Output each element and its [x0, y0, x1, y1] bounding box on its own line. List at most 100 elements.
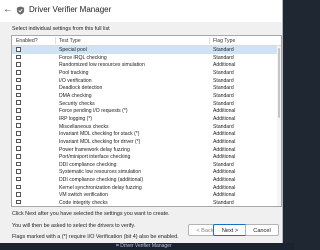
enabled-checkbox[interactable]	[16, 184, 21, 190]
header-enabled[interactable]: Enabled?	[16, 38, 38, 44]
list-row[interactable]: DDI compliance checking Standard	[12, 161, 281, 169]
flag-type-label: Standard	[213, 54, 234, 61]
flag-type-label: Additional	[213, 131, 236, 138]
list-row[interactable]: IRP logging (*) Additional	[12, 115, 281, 123]
instructions-text: Select individual settings from this ful…	[12, 26, 110, 32]
list-row[interactable]: I/O verification Standard	[12, 77, 281, 85]
list-row[interactable]: Kernel synchronization delay fuzzing Addi…	[12, 184, 281, 192]
flag-type-label: Standard	[213, 100, 234, 107]
test-type-label: Power framework delay fuzzing	[59, 146, 130, 153]
enabled-checkbox[interactable]	[16, 92, 21, 98]
test-type-label: Invariant MDL checking for stack (*)	[59, 131, 140, 138]
test-type-label: Invariant MDL checking for driver (*)	[59, 138, 141, 145]
window-title: Driver Verifier Manager	[29, 5, 112, 14]
list-row[interactable]: Pool tracking Standard	[12, 69, 281, 77]
header-test-type[interactable]: Test Type	[59, 38, 81, 44]
enabled-checkbox[interactable]	[16, 69, 21, 75]
test-type-label: Kernel synchronization delay fuzzing	[59, 184, 142, 191]
scroll-thumb[interactable]	[278, 48, 280, 118]
enabled-checkbox[interactable]	[16, 131, 21, 136]
next-button[interactable]: Next >	[213, 224, 247, 236]
test-type-label: I/O verification	[59, 77, 92, 84]
test-type-label: DDI compliance checking	[59, 161, 117, 168]
enabled-checkbox[interactable]	[16, 100, 21, 106]
flag-type-label: Additional	[213, 154, 236, 161]
enabled-checkbox[interactable]	[16, 108, 21, 113]
list-row[interactable]: DMA checking Standard	[12, 92, 281, 100]
enabled-checkbox[interactable]	[16, 176, 21, 182]
cancel-button[interactable]: Cancel	[245, 224, 279, 236]
flag-type-label: Additional	[213, 108, 236, 115]
enabled-checkbox[interactable]	[16, 115, 21, 121]
settings-list: Enabled? Test Type Flag Type Special poo…	[11, 35, 282, 207]
list-row[interactable]: Invariant MDL checking for driver (*) Add…	[12, 138, 281, 146]
list-row[interactable]: Force IRQL checking Standard	[12, 54, 281, 62]
enabled-checkbox[interactable]	[16, 77, 21, 83]
list-row[interactable]: Code integrity checks Standard	[12, 199, 281, 206]
enabled-checkbox[interactable]	[16, 47, 21, 52]
list-row[interactable]: DDI compliance checking (additional) Addi…	[12, 176, 281, 184]
test-type-label: Force IRQL checking	[59, 54, 107, 61]
list-row[interactable]: Power framework delay fuzzing Additional	[12, 145, 281, 153]
test-type-label: Special pool	[59, 47, 87, 54]
test-type-label: Randomized low resources simulation	[59, 62, 145, 69]
flag-type-label: Standard	[213, 47, 234, 54]
flag-type-label: Additional	[213, 115, 236, 122]
taskbar: ⌗ Driver Verifier Manager	[0, 243, 294, 250]
list-row[interactable]: Invariant MDL checking for stack (*) Addi…	[12, 130, 281, 138]
test-type-label: Deadlock detection	[59, 85, 103, 92]
header-flag-type[interactable]: Flag Type	[213, 38, 235, 44]
title-bar: ← Driver Verifier Manager	[0, 0, 282, 22]
flag-type-label: Additional	[213, 62, 236, 69]
list-row[interactable]: VM switch verification Additional	[12, 191, 281, 199]
enabled-checkbox[interactable]	[16, 62, 21, 67]
enabled-checkbox[interactable]	[16, 54, 21, 60]
test-type-label: Port/miniport interface checking	[59, 154, 131, 161]
list-row[interactable]: Port/miniport interface checking Addition…	[12, 153, 281, 161]
flag-type-label: Standard	[213, 93, 234, 100]
test-type-label: IRP logging (*)	[59, 115, 93, 122]
flag-type-label: Additional	[213, 169, 236, 176]
back-arrow-icon[interactable]: ←	[2, 4, 14, 16]
flag-type-label: Standard	[213, 77, 234, 84]
list-row[interactable]: Special pool Standard	[12, 46, 281, 54]
enabled-checkbox[interactable]	[16, 153, 21, 159]
list-scrollbar[interactable]	[277, 46, 281, 206]
shield-check-icon	[16, 6, 25, 15]
flag-type-label: Additional	[213, 146, 236, 153]
list-header: Enabled? Test Type Flag Type	[12, 36, 281, 46]
test-type-label: Systematic low resources simulation	[59, 169, 142, 176]
driver-verifier-window: ← Driver Verifier Manager Select individ…	[0, 0, 283, 250]
flag-type-label: Standard	[213, 200, 234, 206]
enabled-checkbox[interactable]	[16, 146, 21, 151]
note-flags: Flags marked with a (*) require I/O Veri…	[12, 234, 179, 240]
test-type-label: Pool tracking	[59, 70, 89, 77]
test-type-label: Security checks	[59, 100, 95, 107]
enabled-checkbox[interactable]	[16, 192, 21, 197]
enabled-checkbox[interactable]	[16, 123, 21, 128]
test-type-label: DMA checking	[59, 93, 92, 100]
flag-type-label: Standard	[213, 123, 234, 130]
list-row[interactable]: Systematic low resources simulation Addit…	[12, 168, 281, 176]
flag-type-label: Standard	[213, 70, 234, 77]
list-row[interactable]: Randomized low resources simulation Addit…	[12, 61, 281, 69]
enabled-checkbox[interactable]	[16, 138, 21, 144]
enabled-checkbox[interactable]	[16, 199, 21, 205]
enabled-checkbox[interactable]	[16, 169, 21, 174]
taskbar-item[interactable]: ⌗ Driver Verifier Manager	[116, 243, 172, 250]
list-row[interactable]: Deadlock detection Standard	[12, 84, 281, 92]
test-type-label: DDI compliance checking (additional)	[59, 177, 144, 184]
flag-type-label: Additional	[213, 177, 236, 184]
column-separator[interactable]	[209, 37, 210, 44]
column-separator[interactable]	[55, 37, 56, 44]
list-row[interactable]: Security checks Standard	[12, 99, 281, 107]
enabled-checkbox[interactable]	[16, 161, 21, 167]
flag-type-label: Standard	[213, 161, 234, 168]
list-row[interactable]: Force pending I/O requests (*) Additional	[12, 107, 281, 115]
flag-type-label: Additional	[213, 184, 236, 191]
list-row[interactable]: Miscellaneous checks Standard	[12, 122, 281, 130]
enabled-checkbox[interactable]	[16, 85, 21, 90]
note-next: Click Next after you have selected the s…	[12, 211, 170, 217]
test-type-label: VM switch verification	[59, 192, 108, 199]
test-type-label: Code integrity checks	[59, 200, 108, 206]
